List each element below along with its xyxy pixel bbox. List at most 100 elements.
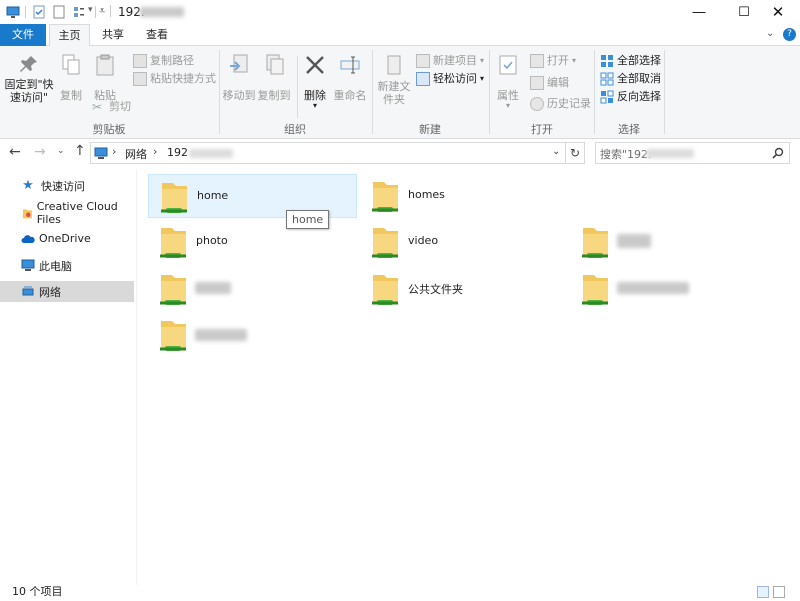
recent-locations-chevron-icon[interactable]: ⌄: [57, 146, 65, 156]
computer-icon: [6, 6, 20, 18]
copy-button[interactable]: 复制: [58, 52, 84, 102]
cloud-icon: [21, 234, 35, 243]
chevron-down-icon: ▾: [572, 56, 577, 65]
chevron-down-icon: ▾: [480, 56, 485, 65]
new-item-button[interactable]: 新建项目 ▾: [416, 53, 484, 69]
address-dropdown-chevron-icon[interactable]: ⌄: [552, 146, 560, 157]
select-none-label: 全部取消: [617, 72, 661, 85]
back-arrow-icon[interactable]: ←: [9, 144, 21, 160]
rename-button[interactable]: 重命名: [333, 52, 367, 102]
breadcrumb-network[interactable]: 网络: [125, 146, 147, 162]
new-item-label: 新建项目: [433, 54, 477, 67]
redacted-search-text: [646, 149, 694, 158]
select-group-label: 选择: [618, 123, 640, 136]
properties-quick-icon[interactable]: [32, 5, 46, 19]
select-all-button[interactable]: 全部选择: [600, 53, 661, 69]
computer-icon: [21, 259, 35, 271]
redacted-title: [140, 7, 184, 17]
easy-access-label: 轻松访问: [433, 72, 477, 85]
redacted-folder-name: [195, 282, 231, 294]
up-arrow-icon[interactable]: ↑: [74, 143, 86, 159]
paste-button[interactable]: 粘贴: [92, 52, 118, 102]
folder-name: photo: [196, 234, 228, 247]
search-placeholder: 搜索"192.: [600, 148, 652, 161]
folder-tile-homes[interactable]: homes: [360, 174, 569, 218]
edit-icon: [530, 76, 544, 90]
tab-view[interactable]: 查看: [137, 24, 177, 46]
network-folder-icon: [161, 183, 187, 213]
move-to-button[interactable]: 移动到: [222, 52, 256, 102]
details-view-icon[interactable]: [757, 586, 769, 598]
network-icon: [22, 286, 34, 296]
quick-access-dropdown-icon[interactable]: ⩡: [99, 4, 105, 18]
open-icon: [530, 54, 544, 68]
refresh-button[interactable]: ↻: [566, 142, 585, 164]
sidebar-item-this-pc[interactable]: 此电脑: [0, 255, 134, 276]
pin-quick-access-button[interactable]: 固定到"快速访问": [4, 52, 54, 104]
network-folder-icon: [160, 321, 186, 351]
select-none-button[interactable]: 全部取消: [600, 71, 661, 87]
close-button[interactable]: ✕: [755, 0, 800, 24]
ribbon-tab-bar: 文件 主页 共享 查看 ⌄ ?: [0, 24, 800, 47]
network-folder-icon: [160, 275, 186, 305]
network-computer-icon: [94, 147, 108, 159]
sidebar-item-quick-access[interactable]: ★ 快速访问: [0, 175, 134, 196]
chevron-down-icon[interactable]: ▾: [88, 5, 93, 15]
tab-file[interactable]: 文件: [0, 24, 46, 46]
chevron-down-icon: ▾: [312, 101, 317, 110]
tab-home[interactable]: 主页: [49, 24, 90, 47]
paste-icon: [96, 54, 114, 76]
folder-tile-video[interactable]: video: [360, 220, 569, 264]
search-icon[interactable]: [772, 147, 784, 159]
copy-to-label: 复制到: [257, 89, 291, 102]
ribbon-separator: [664, 50, 665, 134]
properties-button[interactable]: 属性 ▾: [494, 52, 522, 110]
history-button[interactable]: 历史记录: [530, 96, 591, 112]
folder-tile-redacted[interactable]: [148, 313, 357, 357]
move-to-label: 移动到: [222, 89, 256, 102]
tab-share[interactable]: 共享: [93, 24, 133, 46]
large-icons-view-icon[interactable]: [773, 586, 785, 598]
help-icon[interactable]: ?: [783, 28, 796, 41]
network-folder-icon: [372, 228, 398, 258]
new-folder-button[interactable]: 新建文件夹: [376, 52, 412, 106]
copy-to-icon: [266, 54, 284, 75]
edit-button[interactable]: 编辑: [530, 75, 569, 91]
ribbon: 固定到"快速访问" 复制 粘贴 复制路径 粘贴快捷方式 ✂ 剪切 剪贴板 移动到 …: [0, 46, 800, 139]
redacted-host: [189, 149, 233, 158]
network-folder-icon: [160, 228, 186, 258]
move-to-icon: [230, 54, 248, 73]
address-bar[interactable]: › 网络 › 192 ⌄: [90, 142, 566, 164]
item-count: 10 个项目: [12, 585, 63, 598]
chevron-down-icon: ▾: [505, 101, 510, 110]
history-label: 历史记录: [547, 97, 591, 110]
select-all-label: 全部选择: [617, 54, 661, 67]
copy-to-button[interactable]: 复制到: [256, 52, 292, 102]
navigation-bar: ← → ⌄ ↑ › 网络 › 192 ⌄ ↻ 搜索"192.: [0, 139, 800, 169]
breadcrumb-host[interactable]: 192: [167, 146, 188, 159]
open-button[interactable]: 打开 ▾: [530, 53, 576, 69]
minimize-button[interactable]: ―: [676, 0, 722, 24]
easy-access-button[interactable]: 轻松访问 ▾: [416, 71, 484, 87]
paste-shortcut-button[interactable]: 粘贴快捷方式: [133, 71, 216, 87]
forward-arrow-icon[interactable]: →: [34, 144, 46, 160]
search-box[interactable]: 搜索"192.: [595, 142, 790, 164]
sidebar-item-onedrive[interactable]: OneDrive: [0, 228, 134, 249]
new-folder-quick-icon[interactable]: [52, 5, 66, 19]
cut-button[interactable]: ✂ 剪切: [92, 99, 131, 115]
folder-tile-public[interactable]: 公共文件夹: [360, 267, 569, 311]
sidebar-item-creative-cloud[interactable]: Creative Cloud Files: [0, 199, 134, 226]
sidebar-item-label: Creative Cloud Files: [36, 199, 118, 226]
folder-tile-redacted[interactable]: [570, 220, 770, 264]
expand-ribbon-icon[interactable]: ⌄: [766, 28, 774, 39]
redacted-folder-name: [617, 234, 651, 248]
invert-selection-button[interactable]: 反向选择: [600, 89, 661, 105]
copy-path-button[interactable]: 复制路径: [133, 53, 194, 69]
select-all-icon: [601, 55, 613, 67]
star-icon: ★: [22, 178, 34, 193]
customize-quick-icon[interactable]: [72, 5, 86, 19]
folder-tile-redacted[interactable]: [570, 267, 770, 311]
delete-button[interactable]: 删除 ▾: [300, 52, 330, 110]
sidebar-item-network[interactable]: 网络: [0, 281, 134, 302]
folder-tile-redacted[interactable]: [148, 267, 357, 311]
